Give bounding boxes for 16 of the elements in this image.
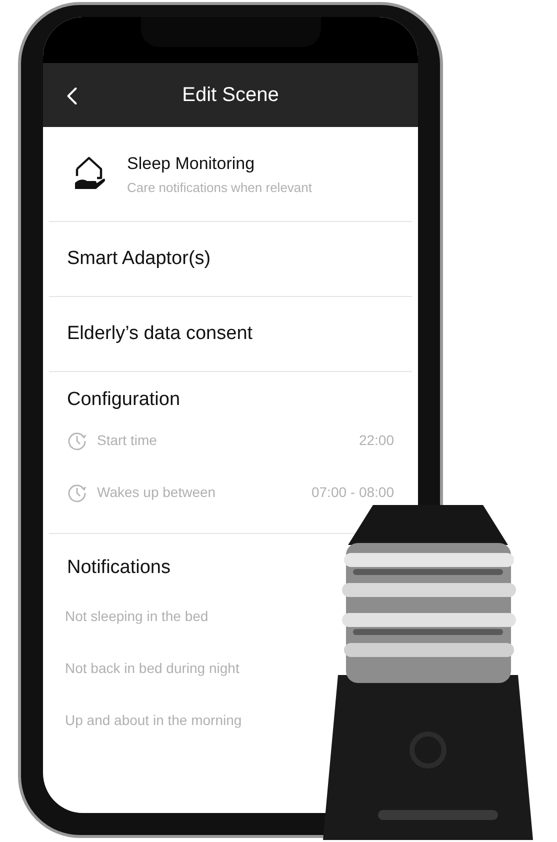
section-heading: Notifications (67, 556, 172, 580)
notification-option: Not sleeping in the bed (65, 590, 394, 642)
notification-option: Not back in bed during night (65, 642, 394, 694)
clock-icon (67, 430, 87, 450)
config-label: Start time (97, 431, 157, 450)
config-label: Wakes up between (97, 483, 216, 502)
scene-name: Sleep Monitoring (127, 152, 256, 174)
scene-description: Care notifications when relevant (127, 179, 312, 197)
section-heading: Configuration (67, 388, 182, 412)
menu-item[interactable]: Smart Adaptor(s) (49, 222, 412, 297)
menu-item[interactable]: Elderly’s data consent (49, 297, 412, 372)
config-value: 22:00 (358, 431, 394, 450)
config-value: 07:00 - 08:00 (311, 483, 394, 502)
window-title: Edit Scene (182, 83, 279, 108)
notification-option: Up and about in the morning (65, 694, 394, 746)
clock-icon (67, 482, 87, 502)
